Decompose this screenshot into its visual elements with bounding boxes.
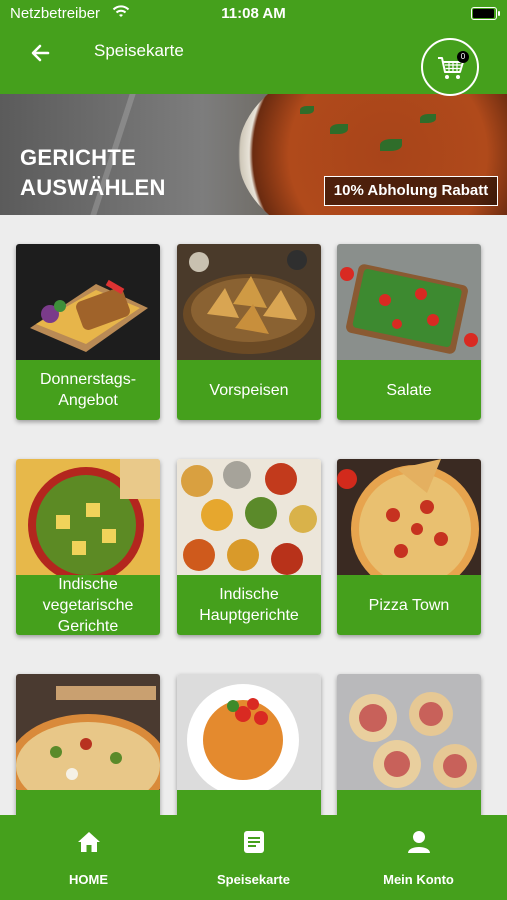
category-label: Pizza Town	[337, 575, 481, 635]
back-button[interactable]	[26, 38, 56, 68]
banner-herb-decoration	[380, 139, 402, 151]
banner-herb-decoration	[330, 124, 348, 134]
nav-mein-konto-label: Mein Konto	[383, 872, 454, 887]
category-label: Indische vegetarische Gerichte	[16, 575, 160, 635]
app-bar: Speisekarte 0	[0, 28, 507, 96]
category-image	[337, 459, 481, 575]
category-card-indische-vegetarische-gerichte[interactable]: Indische vegetarische Gerichte	[16, 459, 160, 635]
cart-count-badge: 0	[457, 51, 469, 63]
category-label: Salate	[337, 360, 481, 420]
nav-mein-konto[interactable]: Mein Konto	[334, 815, 503, 900]
category-card-salate[interactable]: Salate	[337, 244, 481, 420]
category-label: Donnerstags-Angebot	[16, 360, 160, 420]
category-image	[337, 674, 481, 790]
status-bar: Netzbetreiber 11:08 AM	[0, 0, 507, 28]
category-image	[177, 459, 321, 575]
status-time: 11:08 AM	[221, 5, 286, 22]
category-image	[177, 674, 321, 790]
user-icon	[408, 831, 430, 853]
category-image	[16, 459, 160, 575]
cart-button[interactable]: 0	[421, 38, 479, 96]
hero-banner: GERICHTE AUSWÄHLEN 10% Abholung Rabatt	[0, 94, 507, 215]
discount-badge: 10% Abholung Rabatt	[324, 176, 498, 206]
category-image	[16, 244, 160, 360]
banner-herb-decoration	[300, 106, 314, 114]
nav-home[interactable]: HOME	[4, 815, 173, 900]
category-label: Indische Hauptgerichte	[177, 575, 321, 635]
category-grid: Donnerstags-Angebot Vorspeisen Salate In…	[0, 215, 507, 850]
bottom-navigation: HOME Speisekarte Mein Konto	[0, 815, 507, 900]
banner-herb-decoration	[420, 114, 436, 123]
banner-title-line2: AUSWÄHLEN	[20, 175, 166, 200]
category-card-indische-hauptgerichte[interactable]: Indische Hauptgerichte	[177, 459, 321, 635]
nav-home-label: HOME	[69, 872, 108, 887]
category-image	[16, 674, 160, 790]
banner-title: GERICHTE AUSWÄHLEN	[20, 143, 166, 203]
home-icon	[78, 832, 100, 852]
category-card-vorspeisen[interactable]: Vorspeisen	[177, 244, 321, 420]
battery-icon	[471, 7, 500, 20]
category-card-donnerstags-angebot[interactable]: Donnerstags-Angebot	[16, 244, 160, 420]
banner-title-line1: GERICHTE	[20, 145, 137, 170]
menu-document-icon	[244, 831, 264, 853]
page-title: Speisekarte	[94, 41, 184, 60]
arrow-left-icon	[31, 44, 50, 62]
category-label: Vorspeisen	[177, 360, 321, 420]
category-image	[337, 244, 481, 360]
category-image	[177, 244, 321, 360]
nav-speisekarte-label: Speisekarte	[217, 872, 290, 887]
category-card-pizza-town[interactable]: Pizza Town	[337, 459, 481, 635]
nav-speisekarte[interactable]: Speisekarte	[169, 815, 338, 900]
